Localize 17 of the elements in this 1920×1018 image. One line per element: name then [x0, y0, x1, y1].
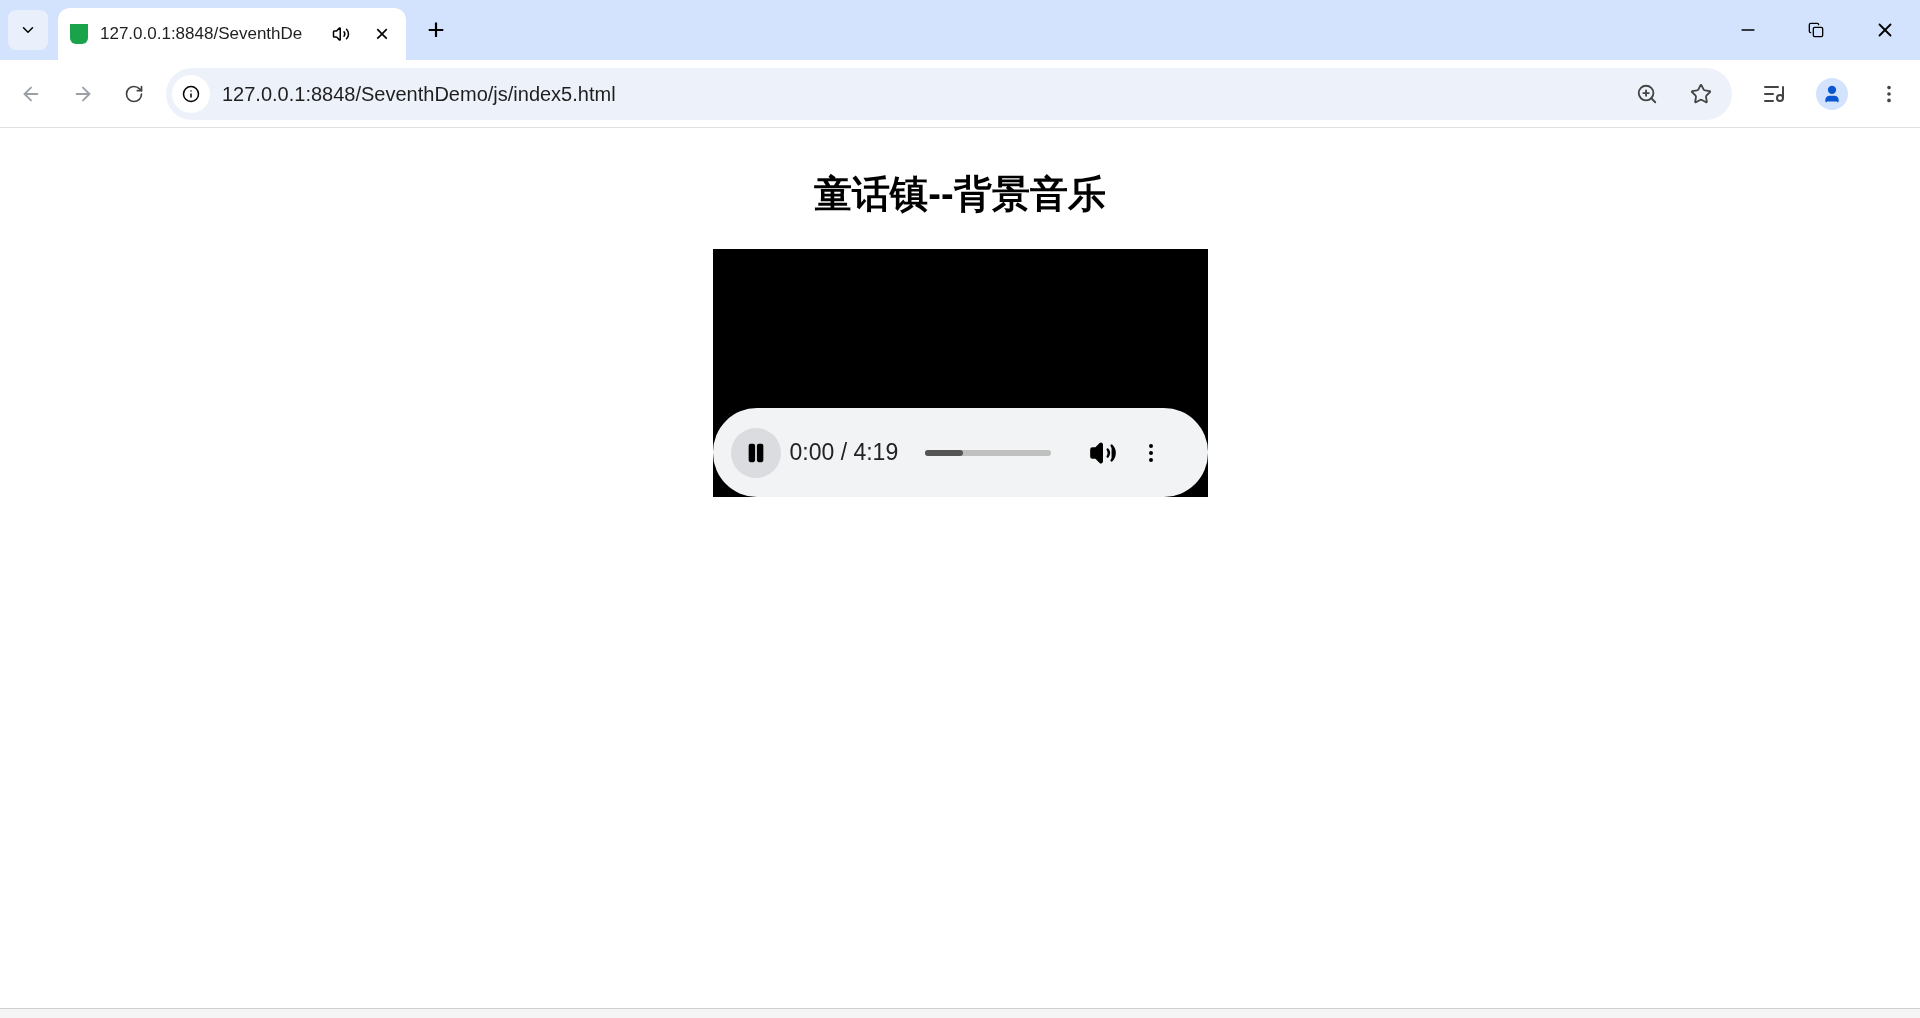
reload-icon[interactable] — [124, 83, 144, 104]
tab-close-button[interactable]: × — [370, 22, 394, 46]
time-display: 0:00 / 4:19 — [789, 438, 899, 468]
page-heading: 童话镇--背景音乐 — [814, 172, 1106, 217]
zoom-icon[interactable] — [1636, 82, 1658, 105]
progress-slider[interactable] — [925, 449, 1052, 456]
site-info-icon[interactable] — [172, 74, 210, 113]
bookmark-star-icon[interactable] — [1690, 82, 1712, 105]
site-favicon — [70, 24, 88, 44]
url-text: 127.0.0.1:8848/SeventhDemo/js/index5.html — [222, 81, 616, 107]
restore-icon[interactable] — [1808, 22, 1824, 38]
tab-title: 127.0.0.1:8848/SeventhDe — [100, 23, 303, 46]
profile-avatar[interactable] — [1816, 77, 1848, 110]
speaker-icon[interactable] — [332, 25, 350, 43]
browser-tab[interactable]: 127.0.0.1:8848/SeventhDe × — [58, 8, 406, 60]
address-bar[interactable]: 127.0.0.1:8848/SeventhDemo/js/index5.html — [166, 67, 1732, 120]
new-tab-button[interactable]: + — [418, 12, 454, 48]
